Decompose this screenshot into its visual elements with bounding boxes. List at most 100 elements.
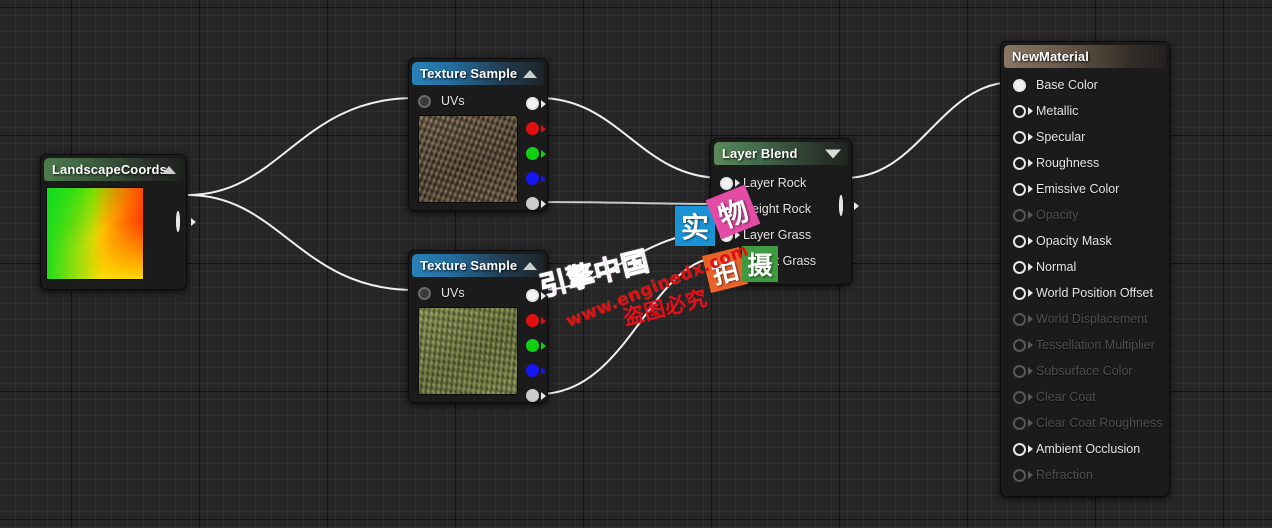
- output-pin-rgb[interactable]: [526, 283, 546, 308]
- input-pin-base-color[interactable]: Base Color: [1001, 72, 1169, 98]
- input-pin-label: Opacity: [1036, 208, 1079, 222]
- input-pin-label: World Displacement: [1036, 312, 1148, 326]
- node-landscapecoords[interactable]: LandscapeCoords: [40, 154, 196, 290]
- input-pin-ambient-occlusion[interactable]: Ambient Occlusion: [1001, 436, 1169, 462]
- node-header-texture-sample-rock[interactable]: Texture Sample: [412, 62, 544, 85]
- input-pin-layer-rock[interactable]: Layer Rock: [711, 170, 851, 196]
- input-pin-height-rock[interactable]: Height Rock: [711, 196, 851, 222]
- input-pin-label: Clear Coat Roughness: [1036, 416, 1163, 430]
- material-graph-canvas[interactable]: LandscapeCoords Texture Sample UVs Textu…: [0, 0, 1272, 528]
- input-pin-label: Refraction: [1036, 468, 1093, 482]
- input-pin-world-displacement: World Displacement: [1001, 306, 1169, 332]
- input-pin-label: Height Rock: [743, 202, 812, 216]
- pin-circle-icon[interactable]: [839, 195, 859, 216]
- input-pin-label: Clear Coat: [1036, 390, 1096, 404]
- input-pin-label-uvs: UVs: [441, 286, 465, 300]
- output-pin-a[interactable]: [526, 191, 546, 216]
- chevron-up-icon[interactable]: [162, 165, 176, 174]
- node-title: LandscapeCoords: [52, 162, 167, 177]
- input-pin-opacity: Opacity: [1001, 202, 1169, 228]
- input-pin-label: Height Grass: [743, 254, 816, 268]
- input-pin-label: Layer Grass: [743, 228, 812, 242]
- pin-circle-icon[interactable]: [418, 286, 431, 300]
- pin-circle-icon[interactable]: [1013, 286, 1033, 300]
- input-pin-opacity-mask[interactable]: Opacity Mask: [1001, 228, 1169, 254]
- input-pin-label-uvs: UVs: [441, 94, 465, 108]
- node-header-new-material[interactable]: NewMaterial: [1004, 45, 1166, 68]
- pin-circle-icon[interactable]: [1013, 260, 1033, 274]
- pin-circle-icon[interactable]: [526, 172, 546, 185]
- input-pin-subsurface-color: Subsurface Color: [1001, 358, 1169, 384]
- pin-circle-icon[interactable]: [1013, 234, 1033, 248]
- input-pin-uvs[interactable]: UVs: [418, 282, 465, 304]
- input-pin-clear-coat: Clear Coat: [1001, 384, 1169, 410]
- node-header-layer-blend[interactable]: Layer Blend: [714, 142, 848, 165]
- pin-circle-icon[interactable]: [526, 314, 546, 327]
- chevron-up-icon[interactable]: [523, 69, 537, 78]
- output-pin-landscapecoords[interactable]: [176, 211, 196, 232]
- pin-circle-icon: [1013, 468, 1033, 482]
- input-pin-layer-grass[interactable]: Layer Grass: [711, 222, 851, 248]
- node-new-material[interactable]: NewMaterial Base Color Metallic Specular…: [1000, 41, 1170, 497]
- pin-circle-icon: [1013, 364, 1033, 378]
- pin-circle-icon: [1013, 208, 1033, 222]
- node-header-texture-sample-grass[interactable]: Texture Sample: [412, 254, 544, 277]
- pin-circle-icon[interactable]: [1013, 442, 1033, 456]
- pin-circle-icon[interactable]: [1013, 156, 1033, 170]
- pin-circle-icon[interactable]: [720, 176, 740, 190]
- output-pin-r[interactable]: [526, 116, 546, 141]
- input-pin-tessellation-multiplier: Tessellation Multiplier: [1001, 332, 1169, 358]
- chevron-down-icon[interactable]: [825, 149, 841, 158]
- input-pin-label: Metallic: [1036, 104, 1079, 118]
- pin-circle-icon[interactable]: [720, 254, 740, 268]
- node-body-landscapecoords: [41, 181, 196, 289]
- output-pin-g[interactable]: [526, 141, 546, 166]
- pin-circle-icon[interactable]: [526, 364, 546, 377]
- output-pin-g[interactable]: [526, 333, 546, 358]
- node-texture-sample-grass[interactable]: Texture Sample UVs: [408, 250, 548, 403]
- input-pin-label: Tessellation Multiplier: [1036, 338, 1155, 352]
- input-pin-emissive-color[interactable]: Emissive Color: [1001, 176, 1169, 202]
- pin-circle-icon[interactable]: [720, 202, 740, 216]
- pin-circle-icon[interactable]: [526, 339, 546, 352]
- output-pin-rgb[interactable]: [526, 91, 546, 116]
- pin-circle-icon: [1013, 312, 1033, 326]
- pin-circle-icon[interactable]: [176, 211, 196, 232]
- output-pin-r[interactable]: [526, 308, 546, 333]
- output-pin-b[interactable]: [526, 166, 546, 191]
- input-pin-roughness[interactable]: Roughness: [1001, 150, 1169, 176]
- input-pin-height-grass[interactable]: Height Grass: [711, 248, 851, 274]
- pin-circle-icon[interactable]: [526, 122, 546, 135]
- node-layer-blend[interactable]: Layer Blend Layer Rock Height Rock Layer…: [710, 138, 859, 285]
- input-pin-world-position-offset[interactable]: World Position Offset: [1001, 280, 1169, 306]
- pin-circle-icon[interactable]: [1013, 78, 1026, 92]
- output-pin-b[interactable]: [526, 358, 546, 383]
- pin-circle-icon[interactable]: [526, 389, 546, 402]
- input-pin-metallic[interactable]: Metallic: [1001, 98, 1169, 124]
- pin-circle-icon: [1013, 338, 1033, 352]
- pin-circle-icon[interactable]: [418, 94, 431, 108]
- input-pin-label: Subsurface Color: [1036, 364, 1133, 378]
- node-title: Texture Sample: [420, 66, 518, 81]
- node-header-landscapecoords[interactable]: LandscapeCoords: [44, 158, 183, 181]
- pin-circle-icon[interactable]: [1013, 130, 1033, 144]
- node-texture-sample-rock[interactable]: Texture Sample UVs: [408, 58, 548, 211]
- pin-circle-icon[interactable]: [526, 97, 546, 110]
- input-pin-uvs[interactable]: UVs: [418, 90, 465, 112]
- node-body-texture-sample-grass: UVs: [409, 277, 547, 402]
- output-pin-layer-blend[interactable]: [839, 195, 859, 216]
- output-pin-a[interactable]: [526, 383, 546, 408]
- input-pin-label: Opacity Mask: [1036, 234, 1112, 248]
- pin-circle-icon[interactable]: [526, 147, 546, 160]
- pin-circle-icon[interactable]: [1013, 182, 1033, 196]
- output-pins-texture-sample-grass: [526, 283, 546, 408]
- chevron-up-icon[interactable]: [523, 261, 537, 270]
- watermark-badge-shi: 实: [675, 206, 715, 246]
- input-pin-normal[interactable]: Normal: [1001, 254, 1169, 280]
- pin-circle-icon[interactable]: [526, 197, 546, 210]
- pin-circle-icon[interactable]: [720, 228, 740, 242]
- texture-preview-grass: [418, 307, 518, 395]
- pin-circle-icon[interactable]: [526, 289, 546, 302]
- pin-circle-icon[interactable]: [1013, 104, 1033, 118]
- input-pin-specular[interactable]: Specular: [1001, 124, 1169, 150]
